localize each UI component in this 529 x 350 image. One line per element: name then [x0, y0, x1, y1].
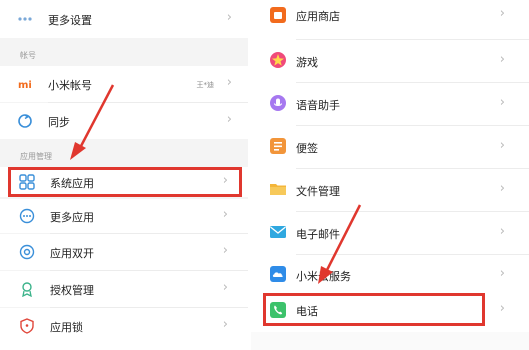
app-row-games[interactable]: 游戏 › — [251, 40, 529, 80]
settings-row-more-settings[interactable]: 更多设置 › — [0, 0, 248, 38]
section-account-label: 帐号 — [20, 51, 36, 60]
section-apps-label: 应用管理 — [20, 152, 52, 161]
svg-text:mi: mi — [18, 80, 32, 91]
dual-apps-icon — [18, 243, 36, 261]
sync-icon — [16, 112, 34, 130]
app-store-label: 应用商店 — [296, 10, 340, 23]
section-header-apps: 应用管理 — [0, 139, 248, 167]
dual-apps-label: 应用双开 — [50, 247, 94, 260]
highlight-box-system-apps — [8, 167, 242, 197]
app-row-mi-cloud[interactable]: 小米云服务 › — [251, 255, 529, 293]
settings-row-sync[interactable]: 同步 › — [0, 103, 248, 139]
chevron-right-icon: › — [222, 207, 228, 222]
voice-assistant-icon — [269, 94, 287, 112]
highlight-box-phone — [263, 293, 485, 326]
cloud-icon — [269, 265, 287, 283]
notes-icon — [269, 137, 287, 155]
settings-row-permissions[interactable]: 授权管理 › — [0, 271, 248, 307]
settings-row-mi-account[interactable]: mi 小米帐号 王*迪 › — [0, 66, 248, 102]
file-manager-label: 文件管理 — [296, 185, 340, 198]
settings-left-panel: 更多设置 › 帐号 mi 小米帐号 王*迪 › 同步 › 应用管理 系统应用 › — [0, 0, 248, 350]
section-header-account: 帐号 — [0, 38, 248, 66]
permission-icon — [18, 280, 36, 298]
app-store-icon — [269, 6, 287, 24]
voice-assistant-label: 语音助手 — [296, 99, 340, 112]
notes-label: 便签 — [296, 142, 318, 155]
chevron-right-icon: › — [499, 6, 505, 21]
more-apps-icon — [18, 207, 36, 225]
mi-logo-icon: mi — [16, 75, 34, 93]
chevron-right-icon: › — [226, 112, 232, 127]
sync-label: 同步 — [48, 116, 70, 129]
chevron-right-icon: › — [222, 317, 228, 332]
chevron-right-icon: › — [499, 95, 505, 110]
games-icon — [269, 51, 287, 69]
app-row-email[interactable]: 电子邮件 › — [251, 212, 529, 252]
app-row-app-store[interactable]: 应用商店 › — [251, 0, 529, 30]
chevron-right-icon: › — [499, 301, 505, 316]
app-row-voice-assistant[interactable]: 语音助手 › — [251, 83, 529, 123]
more-settings-label: 更多设置 — [48, 14, 92, 27]
chevron-right-icon: › — [499, 266, 505, 281]
settings-right-panel: 应用商店 › 游戏 › 语音助手 › 便签 › 文件管理 › 电子邮件 › 小米… — [251, 0, 529, 350]
games-label: 游戏 — [296, 56, 318, 69]
chevron-right-icon: › — [226, 75, 232, 90]
chevron-right-icon: › — [222, 280, 228, 295]
mi-cloud-label: 小米云服务 — [296, 270, 351, 283]
chevron-right-icon: › — [499, 181, 505, 196]
chevron-right-icon: › — [226, 10, 232, 25]
app-row-file-manager[interactable]: 文件管理 › — [251, 169, 529, 209]
email-icon — [269, 223, 287, 241]
app-row-notes[interactable]: 便签 › — [251, 126, 529, 166]
app-lock-label: 应用锁 — [50, 321, 83, 334]
app-lock-icon — [18, 317, 36, 335]
chevron-right-icon: › — [222, 243, 228, 258]
mi-account-value: 王*迪 — [196, 81, 215, 89]
email-label: 电子邮件 — [296, 228, 340, 241]
more-apps-label: 更多应用 — [50, 211, 94, 224]
permissions-label: 授权管理 — [50, 284, 94, 297]
settings-row-app-lock[interactable]: 应用锁 › — [0, 308, 248, 350]
settings-row-dual-apps[interactable]: 应用双开 › — [0, 234, 248, 270]
more-settings-icon — [16, 10, 34, 28]
chevron-right-icon: › — [499, 224, 505, 239]
chevron-right-icon: › — [499, 52, 505, 67]
mi-account-label: 小米帐号 — [48, 79, 92, 92]
app-row-partial — [251, 332, 529, 350]
folder-icon — [269, 180, 287, 198]
settings-row-more-apps[interactable]: 更多应用 › — [0, 199, 248, 233]
chevron-right-icon: › — [499, 138, 505, 153]
